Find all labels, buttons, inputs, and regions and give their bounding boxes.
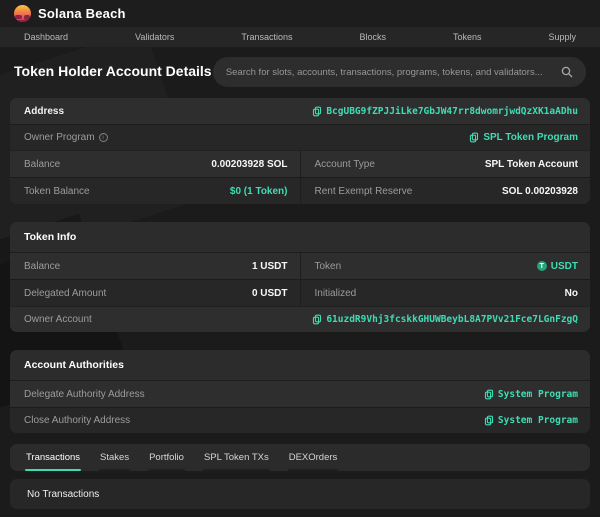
owner-program-value[interactable]: SPL Token Program [483, 132, 578, 143]
owner-account-link[interactable]: 61uzdR9Vhj3fcskkGHUWBeybL8A7PVv21Fce7LGn… [312, 314, 578, 325]
nav-item-tokens[interactable]: Tokens [453, 32, 482, 42]
account-type-label: Account Type [315, 159, 375, 170]
initialized-cell: Initialized No [300, 280, 591, 306]
balance-value: 0.00203928 SOL [211, 159, 287, 170]
tab-stakes[interactable]: Stakes [90, 444, 139, 471]
owner-program-row: Owner Program SPL Token Program [10, 124, 590, 150]
copy-icon[interactable] [484, 415, 494, 426]
main-content: Token Holder Account Details Address [0, 47, 600, 509]
owner-account-row: Owner Account 61uzdR9Vhj3fcskkGHUWBeybL8… [10, 306, 590, 332]
token-info-balance-label: Balance [24, 261, 60, 272]
rent-exempt-label: Rent Exempt Reserve [315, 186, 413, 197]
nav-item-validators[interactable]: Validators [135, 32, 174, 42]
account-authorities-card: Account Authorities Delegate Authority A… [10, 350, 590, 433]
close-authority-label: Close Authority Address [24, 415, 130, 426]
tab-dexorders[interactable]: DEXOrders [279, 444, 348, 471]
delegated-label: Delegated Amount [24, 288, 106, 299]
delegated-initialized-row: Delegated Amount 0 USDT Initialized No [10, 279, 590, 306]
solana-beach-logo-icon[interactable] [14, 5, 31, 22]
nav-item-blocks[interactable]: Blocks [359, 32, 386, 42]
app-header: Solana Beach [0, 0, 600, 27]
search-input[interactable] [226, 67, 553, 78]
delegated-cell: Delegated Amount 0 USDT [10, 280, 300, 306]
address-label: Address [24, 106, 64, 117]
nav-item-dashboard[interactable]: Dashboard [24, 32, 68, 42]
token-value[interactable]: USDT [551, 261, 578, 272]
page-title: Token Holder Account Details [14, 62, 213, 82]
nav-item-transactions[interactable]: Transactions [241, 32, 292, 42]
account-type-value: SPL Token Account [485, 159, 578, 170]
delegate-authority-label: Delegate Authority Address [24, 389, 145, 400]
token-cell: Token USDT [300, 253, 591, 279]
token-info-header: Token Info [10, 222, 590, 253]
initialized-value: No [565, 288, 578, 299]
tab-portfolio[interactable]: Portfolio [139, 444, 194, 471]
empty-state-message: No Transactions [27, 489, 99, 500]
tab-spl-token-txs[interactable]: SPL Token TXs [194, 444, 279, 471]
balance-account-type-row: Balance 0.00203928 SOL Account Type SPL … [10, 150, 590, 177]
account-type-cell: Account Type SPL Token Account [300, 151, 591, 177]
info-icon [99, 133, 108, 142]
tabs-bar: Transactions Stakes Portfolio SPL Token … [10, 444, 590, 471]
account-details-card: Address BcgUBG9fZPJJiLke7GbJW47rr8dwomrj… [10, 98, 590, 204]
close-authority-value[interactable]: System Program [498, 415, 578, 426]
owner-account-label: Owner Account [24, 314, 92, 325]
balance-cell: Balance 0.00203928 SOL [10, 151, 300, 177]
copy-icon[interactable] [312, 106, 322, 117]
address-value[interactable]: BcgUBG9fZPJJiLke7GbJW47rr8dwomrjwdQzXK1a… [326, 106, 578, 117]
copy-icon[interactable] [469, 132, 479, 143]
rent-exempt-cell: Rent Exempt Reserve SOL 0.00203928 [300, 178, 591, 204]
close-authority-link[interactable]: System Program [484, 415, 578, 426]
tether-icon [537, 261, 547, 271]
brand-name[interactable]: Solana Beach [38, 6, 126, 21]
token-balance-rent-row: Token Balance $0 (1 Token) Rent Exempt R… [10, 177, 590, 204]
token-balance-value[interactable]: $0 (1 Token) [230, 186, 288, 197]
token-info-card: Token Info Balance 1 USDT Token USDT Del… [10, 222, 590, 332]
token-balance-label: Token Balance [24, 186, 90, 197]
search-icon[interactable] [561, 66, 573, 78]
delegate-authority-row: Delegate Authority Address System Progra… [10, 381, 590, 407]
initialized-label: Initialized [315, 288, 357, 299]
nav-item-supply[interactable]: Supply [548, 32, 576, 42]
token-balance-token-row: Balance 1 USDT Token USDT [10, 253, 590, 279]
account-authorities-header: Account Authorities [10, 350, 590, 381]
balance-label: Balance [24, 159, 60, 170]
address-value-link[interactable]: BcgUBG9fZPJJiLke7GbJW47rr8dwomrjwdQzXK1a… [312, 106, 578, 117]
delegate-authority-value[interactable]: System Program [498, 389, 578, 400]
close-authority-row: Close Authority Address System Program [10, 407, 590, 433]
copy-icon[interactable] [312, 314, 322, 325]
token-balance-cell: Token Balance $0 (1 Token) [10, 178, 300, 204]
token-info-balance-cell: Balance 1 USDT [10, 253, 300, 279]
search-bar [213, 57, 586, 87]
delegate-authority-link[interactable]: System Program [484, 389, 578, 400]
address-row: Address BcgUBG9fZPJJiLke7GbJW47rr8dwomrj… [10, 98, 590, 124]
main-nav: Dashboard Validators Transactions Blocks… [0, 27, 600, 47]
title-row: Token Holder Account Details [14, 57, 586, 87]
empty-state-card: No Transactions [10, 479, 590, 509]
owner-program-label: Owner Program [24, 132, 108, 143]
delegated-value: 0 USDT [252, 288, 288, 299]
token-info-balance-value: 1 USDT [252, 261, 288, 272]
owner-account-value[interactable]: 61uzdR9Vhj3fcskkGHUWBeybL8A7PVv21Fce7LGn… [326, 314, 578, 325]
token-label: Token [315, 261, 342, 272]
copy-icon[interactable] [484, 389, 494, 400]
tab-transactions[interactable]: Transactions [16, 444, 90, 471]
owner-program-link[interactable]: SPL Token Program [469, 132, 578, 143]
rent-exempt-value: SOL 0.00203928 [502, 186, 578, 197]
token-link[interactable]: USDT [537, 261, 578, 272]
